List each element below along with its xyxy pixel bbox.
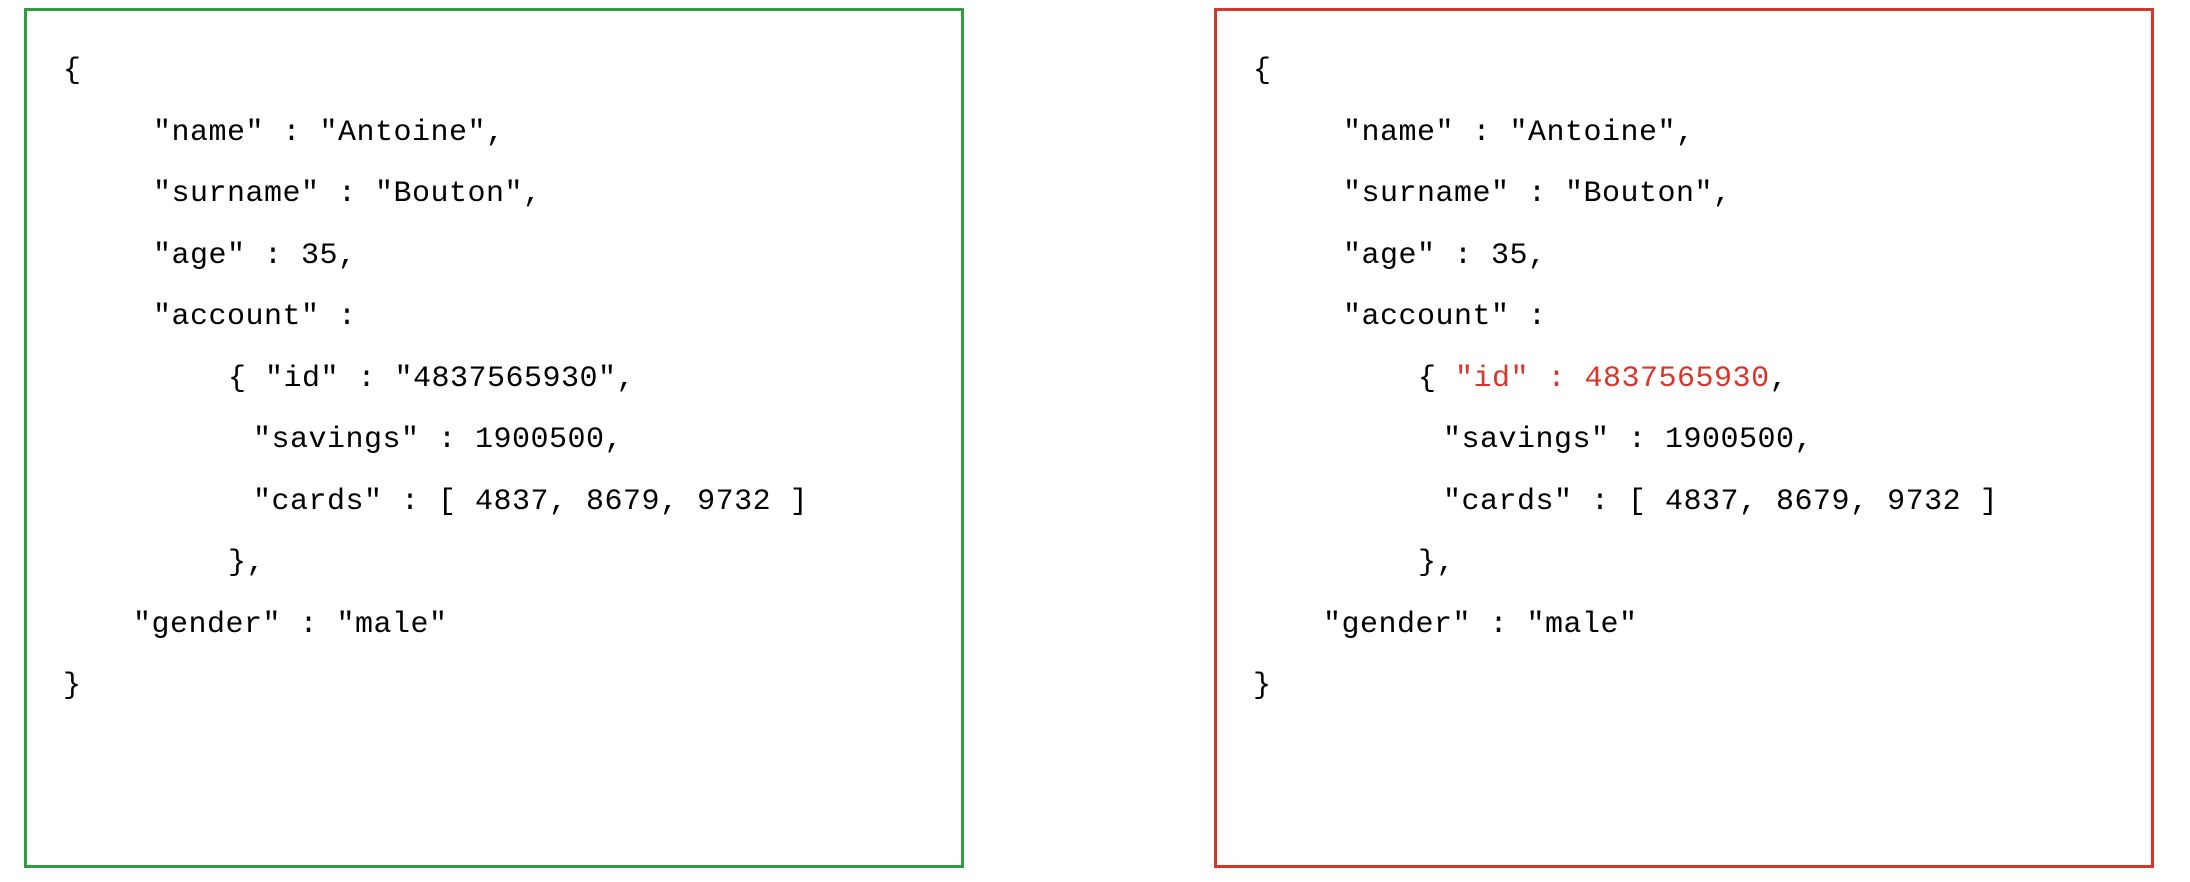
code-line: "account" : bbox=[1343, 300, 1547, 334]
json-box-invalid: { "name" : "Antoine", "surname" : "Bouto… bbox=[1214, 8, 2154, 868]
code-line: { bbox=[1418, 362, 1455, 396]
json-box-valid: { "name" : "Antoine", "surname" : "Bouto… bbox=[24, 8, 964, 868]
code-line: "name" : "Antoine", bbox=[1343, 116, 1695, 150]
code-line: }, bbox=[228, 546, 265, 580]
code-line: } bbox=[1253, 669, 1272, 703]
code-line: "savings" : 1900500, bbox=[253, 423, 623, 457]
code-line: "name" : "Antoine", bbox=[153, 116, 505, 150]
code-line: , bbox=[1770, 362, 1789, 396]
code-line: "age" : 35, bbox=[1343, 239, 1547, 273]
code-line: "age" : 35, bbox=[153, 239, 357, 273]
code-line: "surname" : "Bouton", bbox=[1343, 177, 1732, 211]
code-line: }, bbox=[1418, 546, 1455, 580]
code-line: "surname" : "Bouton", bbox=[153, 177, 542, 211]
code-line: "cards" : [ 4837, 8679, 9732 ] bbox=[1443, 485, 1998, 519]
code-line: { bbox=[1253, 54, 1272, 88]
code-error-highlight: "id" : 4837565930 bbox=[1455, 362, 1770, 396]
code-line: "gender" : "male" bbox=[1323, 608, 1638, 642]
comparison-container: { "name" : "Antoine", "surname" : "Bouto… bbox=[0, 0, 2190, 882]
code-line: } bbox=[63, 669, 82, 703]
code-line: { "id" : "4837565930", bbox=[228, 362, 635, 396]
code-line: "gender" : "male" bbox=[133, 608, 448, 642]
code-line: { bbox=[63, 54, 82, 88]
code-line: "cards" : [ 4837, 8679, 9732 ] bbox=[253, 485, 808, 519]
code-line: "savings" : 1900500, bbox=[1443, 423, 1813, 457]
code-line: "account" : bbox=[153, 300, 357, 334]
